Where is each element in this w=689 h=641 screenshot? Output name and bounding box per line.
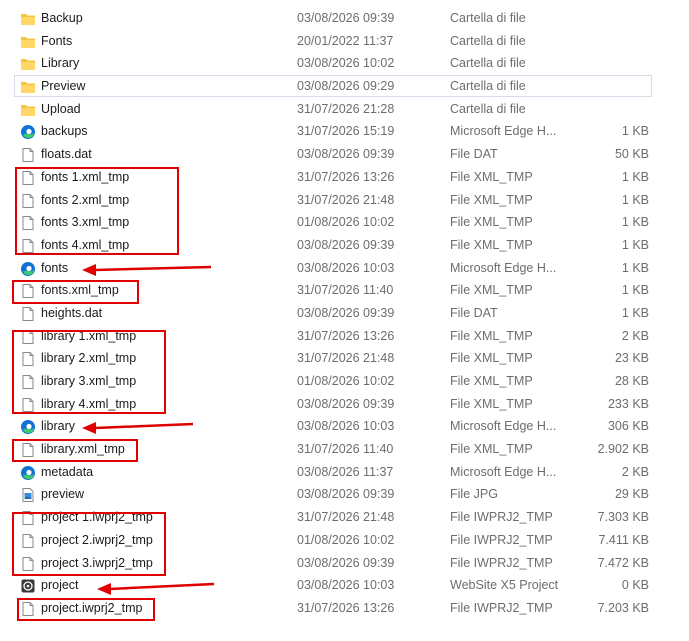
arrow-library — [82, 422, 194, 434]
arrow-fonts — [82, 264, 212, 276]
arrow-project — [97, 582, 215, 595]
annotation-arrows — [82, 264, 215, 595]
